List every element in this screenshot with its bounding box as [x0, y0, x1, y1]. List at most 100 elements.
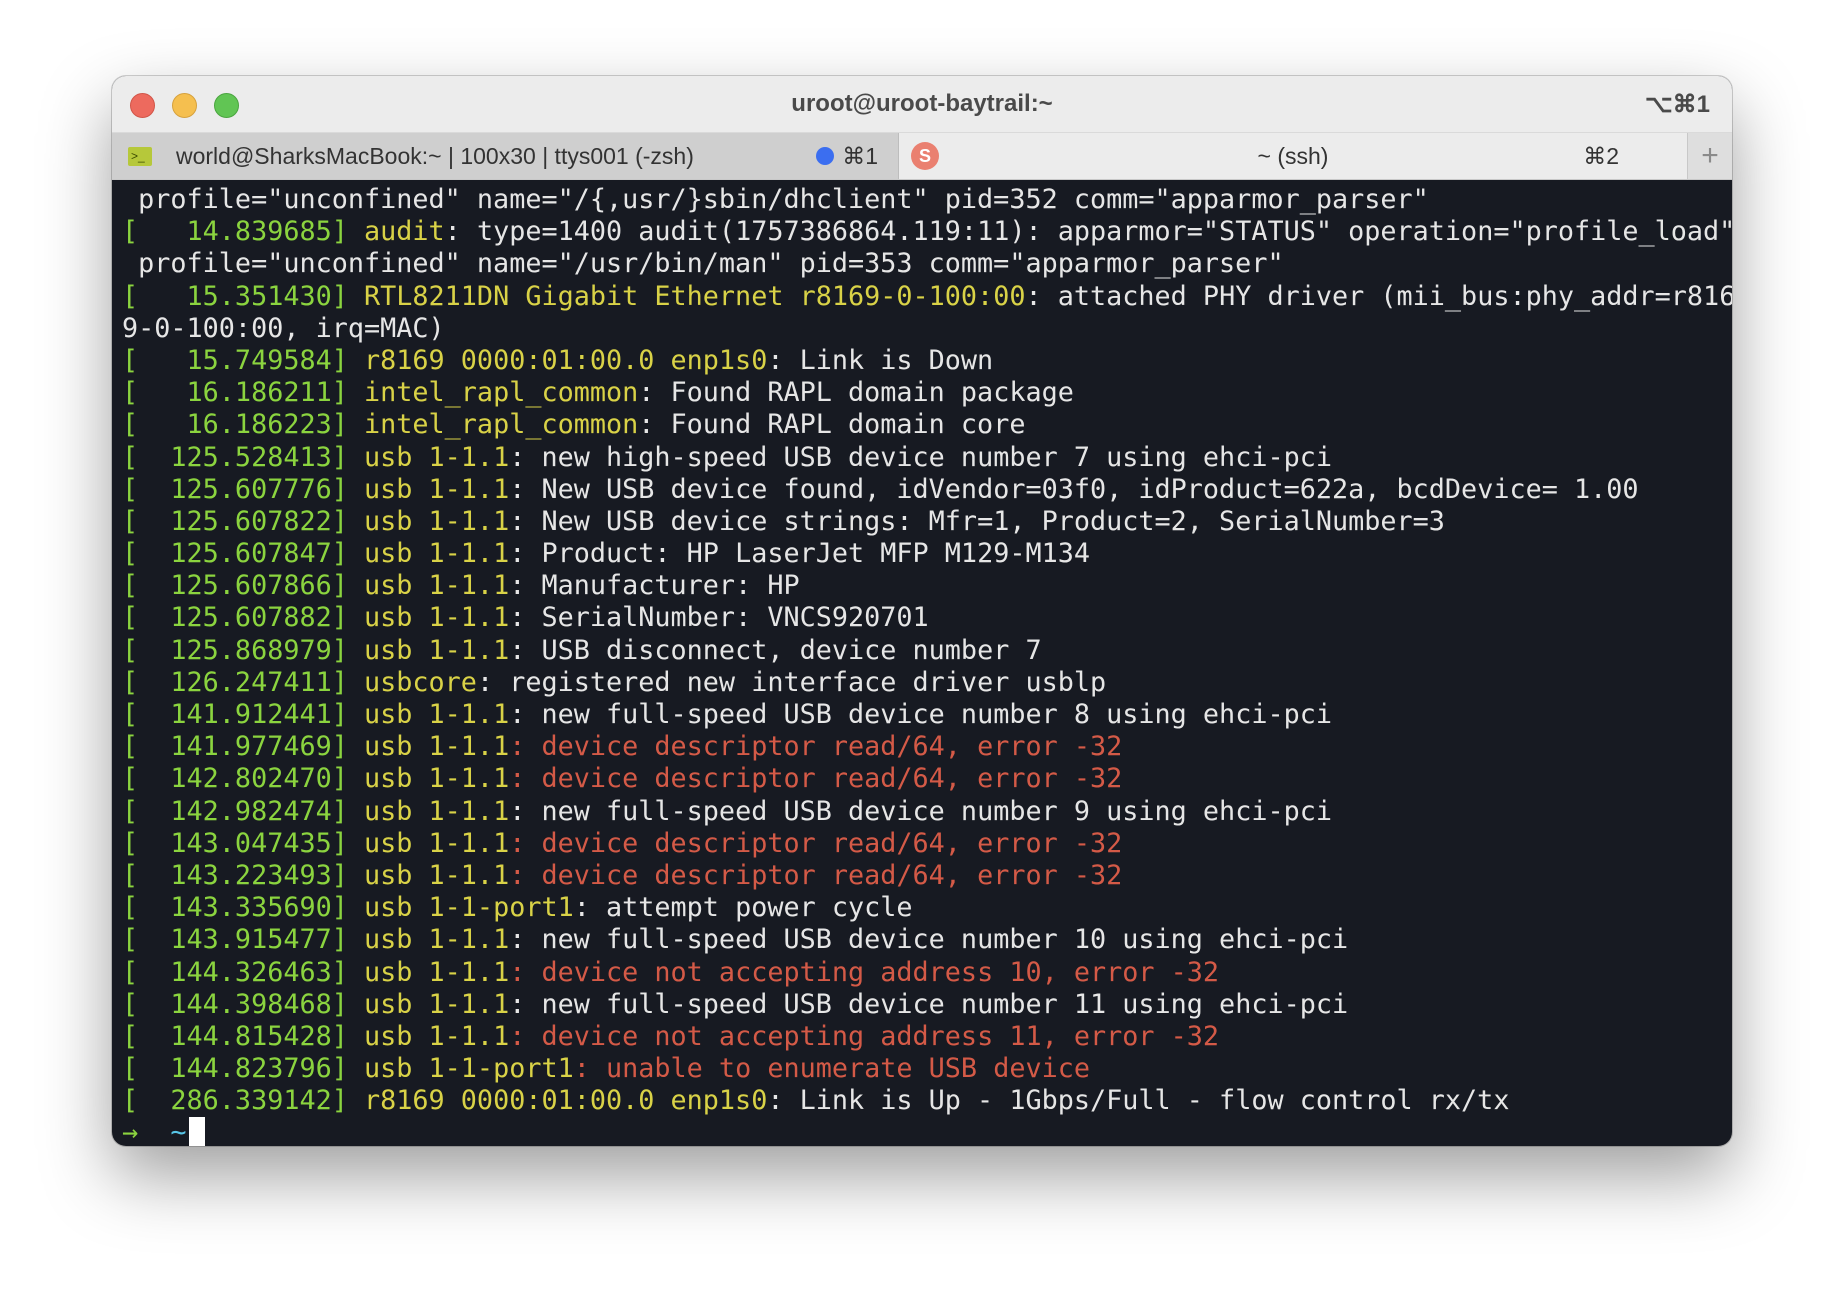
- terminal-text-segment: 9-0-100:00, irq=MAC): [122, 312, 445, 344]
- tab-bar: >_ world@SharksMacBook:~ | 100x30 | ttys…: [112, 133, 1732, 180]
- terminal-text-segment: : Found RAPL domain core: [638, 409, 1026, 441]
- terminal-line: [ 16.186223] intel_rapl_common: Found RA…: [122, 409, 1726, 441]
- window-title: uroot@uroot-baytrail:~: [791, 90, 1053, 117]
- terminal-text-segment: usb 1-1.1: [364, 634, 510, 666]
- terminal-text-segment: : device descriptor read/64, error -32: [509, 859, 1123, 891]
- terminal-text-segment: [ 16.186211]: [122, 377, 364, 409]
- terminal-text-segment: : device not accepting address 10, error…: [509, 956, 1220, 988]
- terminal-text-segment: : USB disconnect, device number 7: [509, 634, 1042, 666]
- terminal-text-segment: [ 143.335690]: [122, 892, 364, 924]
- title-bar: uroot@uroot-baytrail:~ ⌥⌘1: [112, 76, 1732, 133]
- tab-ssh[interactable]: S ~ (ssh) ⌘2: [899, 133, 1687, 179]
- prompt-line[interactable]: → ~: [122, 1117, 1726, 1146]
- terminal-line: [ 141.977469] usb 1-1.1: device descript…: [122, 731, 1726, 763]
- terminal-line: profile="unconfined" name="/usr/bin/man"…: [122, 248, 1726, 280]
- terminal-text-segment: [ 143.047435]: [122, 827, 364, 859]
- prompt-directory: ~: [170, 1117, 187, 1146]
- terminal-text-segment: [ 125.607882]: [122, 602, 364, 634]
- zoom-button[interactable]: [214, 93, 239, 118]
- terminal-text-segment: : New USB device found, idVendor=03f0, i…: [509, 473, 1639, 505]
- terminal-text-segment: [ 143.915477]: [122, 924, 364, 956]
- close-button[interactable]: [130, 93, 155, 118]
- terminal-line: profile="unconfined" name="/{,usr/}sbin/…: [122, 184, 1726, 216]
- tab-shortcut: ⌘2: [1583, 142, 1619, 169]
- terminal-text-segment: usb 1-1.1: [364, 505, 510, 537]
- terminal-text-segment: : New USB device strings: Mfr=1, Product…: [509, 505, 1445, 537]
- tab-shortcut: ⌘1: [842, 142, 878, 169]
- terminal-text-segment: [ 144.398468]: [122, 988, 364, 1020]
- prompt-arrow-icon: →: [122, 1117, 139, 1146]
- terminal-text-segment: : device descriptor read/64, error -32: [509, 731, 1123, 763]
- tab-label: world@SharksMacBook:~ | 100x30 | ttys001…: [176, 142, 694, 169]
- terminal-text-segment: : new full-speed USB device number 9 usi…: [509, 795, 1332, 827]
- terminal-text-segment: : Link is Down: [767, 344, 994, 376]
- terminal-text-segment: usb 1-1.1: [364, 924, 510, 956]
- terminal-text-segment: [ 144.815428]: [122, 1020, 364, 1052]
- terminal-line: [ 125.607847] usb 1-1.1: Product: HP Las…: [122, 538, 1726, 570]
- terminal-text-segment: [ 142.982474]: [122, 795, 364, 827]
- terminal-text-segment: usb 1-1.1: [364, 441, 510, 473]
- terminal-text-segment: [ 141.977469]: [122, 731, 364, 763]
- terminal-text-segment: : device descriptor read/64, error -32: [509, 763, 1123, 795]
- terminal-text-segment: usb 1-1.1: [364, 570, 510, 602]
- terminal-text-segment: : new full-speed USB device number 8 usi…: [509, 699, 1332, 730]
- terminal-text-segment: intel_rapl_common: [364, 409, 639, 441]
- terminal-line: [ 15.749584] r8169 0000:01:00.0 enp1s0: …: [122, 345, 1726, 377]
- terminal-line: [ 143.223493] usb 1-1.1: device descript…: [122, 860, 1726, 892]
- terminal-text-segment: usb 1-1.1: [364, 988, 510, 1020]
- terminal-text-segment: r8169 0000:01:00.0 enp1s0: [364, 1085, 768, 1117]
- terminal-line: [ 126.247411] usbcore: registered new in…: [122, 667, 1726, 699]
- terminal-text-segment: : device not accepting address 11, error…: [509, 1020, 1220, 1052]
- terminal-icon: >_: [128, 146, 152, 166]
- terminal-text-segment: usb 1-1.1: [364, 956, 510, 988]
- terminal-text-segment: [ 125.868979]: [122, 634, 364, 666]
- terminal-text-segment: : type=1400 audit(1757386864.119:11): ap…: [444, 216, 1732, 248]
- terminal-text-segment: usb 1-1.1: [364, 473, 510, 505]
- terminal-text-segment: usb 1-1.1: [364, 602, 510, 634]
- terminal-text-segment: usb 1-1.1: [364, 699, 510, 730]
- terminal-text-segment: usb 1-1.1: [364, 538, 510, 570]
- terminal-line: [ 144.326463] usb 1-1.1: device not acce…: [122, 957, 1726, 989]
- terminal-text-segment: RTL8211DN Gigabit Ethernet r8169-0-100:0…: [364, 280, 1026, 312]
- terminal-text-segment: usb 1-1.1: [364, 763, 510, 795]
- terminal-text-segment: [ 144.823796]: [122, 1053, 364, 1085]
- terminal-text-segment: [ 15.351430]: [122, 280, 364, 312]
- terminal-line: [ 144.823796] usb 1-1-port1: unable to e…: [122, 1053, 1726, 1085]
- terminal-text-segment: usb 1-1-port1: [364, 1053, 574, 1085]
- text-cursor: [188, 1117, 205, 1146]
- terminal-line: [ 286.339142] r8169 0000:01:00.0 enp1s0:…: [122, 1085, 1726, 1117]
- terminal-text-segment: : new high-speed USB device number 7 usi…: [509, 441, 1332, 473]
- terminal-text-segment: usb 1-1-port1: [364, 892, 574, 924]
- terminal-text-segment: profile="unconfined" name="/{,usr/}sbin/…: [122, 184, 1429, 215]
- tab-local-zsh[interactable]: >_ world@SharksMacBook:~ | 100x30 | ttys…: [112, 133, 899, 179]
- terminal-text-segment: usb 1-1.1: [364, 1020, 510, 1052]
- tab-label: ~ (ssh): [1257, 142, 1329, 169]
- terminal-line: [ 125.607822] usb 1-1.1: New USB device …: [122, 506, 1726, 538]
- minimize-button[interactable]: [172, 93, 197, 118]
- terminal-text-segment: : Product: HP LaserJet MFP M129-M134: [509, 538, 1090, 570]
- terminal-text-segment: [ 143.223493]: [122, 859, 364, 891]
- terminal-text-segment: [ 125.528413]: [122, 441, 364, 473]
- terminal-text-segment: : new full-speed USB device number 10 us…: [509, 924, 1349, 956]
- terminal-line: [ 143.047435] usb 1-1.1: device descript…: [122, 828, 1726, 860]
- terminal-text-segment: [ 14.839685]: [122, 216, 364, 248]
- terminal-text-segment: : device descriptor read/64, error -32: [509, 827, 1123, 859]
- terminal-text-segment: usb 1-1.1: [364, 795, 510, 827]
- terminal-line: [ 16.186211] intel_rapl_common: Found RA…: [122, 377, 1726, 409]
- terminal-line: [ 125.607866] usb 1-1.1: Manufacturer: H…: [122, 570, 1726, 602]
- terminal-text-segment: : SerialNumber: VNCS920701: [509, 602, 929, 634]
- terminal-text-segment: : attached PHY driver (mii_bus:phy_addr=…: [1025, 280, 1732, 312]
- terminal-text-segment: [ 16.186223]: [122, 409, 364, 441]
- new-tab-button[interactable]: +: [1687, 133, 1732, 179]
- terminal-line: [ 125.528413] usb 1-1.1: new high-speed …: [122, 442, 1726, 474]
- terminal-line: [ 143.915477] usb 1-1.1: new full-speed …: [122, 924, 1726, 956]
- terminal-output[interactable]: profile="unconfined" name="/{,usr/}sbin/…: [122, 184, 1732, 1146]
- terminal-text-segment: [ 15.749584]: [122, 344, 364, 376]
- terminal-line: [ 142.802470] usb 1-1.1: device descript…: [122, 763, 1726, 795]
- terminal-text-segment: : Found RAPL domain package: [638, 377, 1074, 409]
- terminal-text-segment: : attempt power cycle: [573, 892, 913, 924]
- terminal-text-segment: [ 144.326463]: [122, 956, 364, 988]
- terminal-text-segment: : Manufacturer: HP: [509, 570, 800, 602]
- terminal-text-segment: [ 125.607776]: [122, 473, 364, 505]
- terminal-text-segment: usb 1-1.1: [364, 827, 510, 859]
